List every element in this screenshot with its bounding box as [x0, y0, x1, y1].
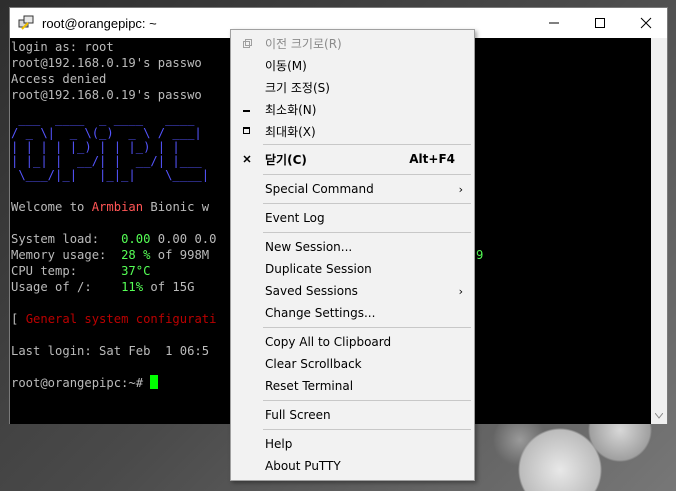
system-load-label: System load: [11, 232, 122, 246]
menu-label: 닫기(C) [265, 152, 307, 167]
disk-usage-rest: of 15G [143, 280, 195, 294]
menu-item-special-command[interactable]: Special Command › [232, 178, 473, 200]
welcome-line: Welcome to Armbian Bionic w [11, 199, 209, 215]
menu-item-change-settings[interactable]: Change Settings... [232, 302, 473, 324]
disk-usage-line: Usage of /: 11% of 15G [11, 279, 194, 295]
menu-separator [263, 327, 471, 328]
menu-item-restore[interactable]: 이전 크기로(R) [232, 32, 473, 54]
cpu-temp-label: CPU temp: [11, 264, 122, 278]
menu-item-reset-terminal[interactable]: Reset Terminal [232, 375, 473, 397]
menu-label: Event Log [265, 211, 325, 225]
menu-item-help[interactable]: Help [232, 433, 473, 455]
system-load-line: System load: 0.00 0.00 0.0 [11, 231, 216, 247]
shell-prompt: root@orangepipc:~# [11, 376, 151, 390]
chevron-right-icon: › [458, 182, 463, 196]
menu-item-clear-scrollback[interactable]: Clear Scrollback [232, 353, 473, 375]
memory-usage-tail: 9 [476, 248, 484, 262]
menu-label: Special Command [265, 182, 374, 196]
minimize-button[interactable] [531, 8, 577, 38]
terminal-line: root@192.168.0.19's passwo [11, 88, 202, 102]
menu-label: 최대화(X) [265, 124, 316, 139]
menu-label: Saved Sessions [265, 284, 358, 298]
maximize-icon [232, 127, 262, 135]
menu-item-new-session[interactable]: New Session... [232, 236, 473, 258]
putty-icon[interactable] [18, 15, 34, 31]
menu-label: Help [265, 437, 293, 451]
terminal-line: login as: root [11, 40, 114, 54]
system-context-menu: 이전 크기로(R) 이동(M) 크기 조정(S) 최소화(N) 최대화(X) 닫… [230, 29, 475, 481]
maximize-button[interactable] [577, 8, 623, 38]
memory-usage-value: 28 % [121, 248, 151, 262]
menu-item-close[interactable]: 닫기(C) Alt+F4 [232, 148, 473, 170]
config-text: General system configurati [25, 312, 217, 326]
menu-label: Copy All to Clipboard [265, 335, 392, 349]
menu-item-move[interactable]: 이동(M) [232, 54, 473, 76]
cpu-temp-line: CPU temp: 37°C [11, 263, 150, 279]
menu-item-about[interactable]: About PuTTY [232, 455, 473, 477]
menu-label: 최소화(N) [265, 102, 317, 117]
menu-label: Clear Scrollback [265, 357, 362, 371]
menu-separator [263, 232, 471, 233]
disk-usage-label: Usage of /: [11, 280, 122, 294]
chevron-down-icon [655, 413, 663, 419]
menu-item-saved-sessions[interactable]: Saved Sessions › [232, 280, 473, 302]
menu-shortcut: Alt+F4 [409, 152, 455, 166]
menu-label: Full Screen [265, 408, 331, 422]
banner-line: \___/|_| |_|_| \____| [11, 168, 210, 182]
menu-separator [263, 174, 471, 175]
menu-item-copy-all[interactable]: Copy All to Clipboard [232, 331, 473, 353]
menu-separator [263, 203, 471, 204]
system-load-rest: 0.00 0.0 [150, 232, 217, 246]
menu-label: Change Settings... [265, 306, 376, 320]
chevron-right-icon: › [458, 284, 463, 298]
config-prefix: [ [11, 312, 26, 326]
memory-usage-line: Memory usage: 28 % of 998M [11, 247, 209, 263]
menu-label: Duplicate Session [265, 262, 372, 276]
menu-label: 크기 조정(S) [265, 80, 330, 95]
minimize-icon [549, 22, 559, 24]
menu-label: Reset Terminal [265, 379, 354, 393]
close-icon [232, 155, 262, 163]
menu-item-event-log[interactable]: Event Log [232, 207, 473, 229]
maximize-icon [595, 18, 605, 28]
cpu-temp-value: 37°C [121, 264, 151, 278]
menu-item-full-screen[interactable]: Full Screen [232, 404, 473, 426]
menu-item-size[interactable]: 크기 조정(S) [232, 76, 473, 98]
memory-usage-label: Memory usage: [11, 248, 122, 262]
distro-name: Armbian [91, 200, 144, 214]
welcome-prefix: Welcome to [11, 200, 92, 214]
disk-usage-value: 11% [121, 280, 144, 294]
terminal-line: Access denied [11, 72, 107, 86]
close-button[interactable] [623, 8, 669, 38]
welcome-suffix: Bionic w [143, 200, 210, 214]
scroll-down-button[interactable] [651, 408, 667, 424]
menu-label: 이동(M) [265, 58, 307, 73]
prompt-line[interactable]: root@orangepipc:~# [11, 375, 159, 391]
config-line: [ General system configurati [11, 311, 216, 327]
menu-label: 이전 크기로(R) [265, 36, 342, 51]
close-icon [640, 17, 652, 29]
restore-icon [232, 38, 262, 48]
menu-separator [263, 400, 471, 401]
menu-item-maximize[interactable]: 최대화(X) [232, 120, 473, 142]
menu-separator [263, 429, 471, 430]
menu-label: New Session... [265, 240, 353, 254]
last-login-line: Last login: Sat Feb 1 06:5 [11, 344, 210, 358]
terminal-line: root@192.168.0.19's passwo [11, 56, 202, 70]
text-cursor [150, 375, 159, 389]
menu-label: About PuTTY [265, 459, 341, 473]
system-load-value: 0.00 [121, 232, 151, 246]
menu-item-duplicate-session[interactable]: Duplicate Session [232, 258, 473, 280]
menu-separator [263, 144, 471, 145]
vertical-scrollbar[interactable] [651, 38, 667, 424]
window-title: root@orangepipc: ~ [42, 15, 157, 31]
menu-item-minimize[interactable]: 최소화(N) [232, 98, 473, 120]
minimize-icon [232, 105, 262, 113]
memory-usage-rest: of 998M [150, 248, 210, 262]
